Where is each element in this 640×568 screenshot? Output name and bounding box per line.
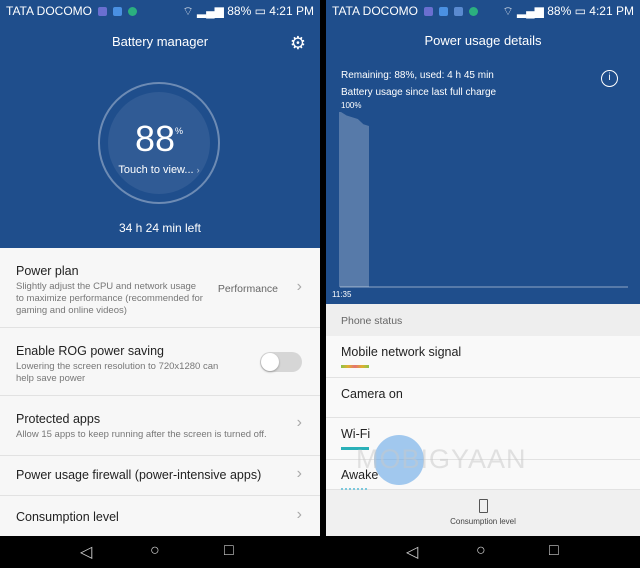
battery-icon: ▭ [251, 4, 270, 18]
clock: 4:21 PM [269, 4, 314, 18]
gear-icon[interactable]: ⚙ [290, 33, 306, 54]
consumption-level-label: Consumption level [450, 517, 516, 526]
item-subtitle: Allow 15 apps to keep running after the … [16, 429, 267, 440]
carrier: TATA DOCOMO [6, 4, 92, 18]
usage-header: TATA DOCOMO ⌔ ▂▄▆ 88% ▭ 4:21 PM Power us… [326, 0, 640, 304]
power-usage-details-screen: TATA DOCOMO ⌔ ▂▄▆ 88% ▭ 4:21 PM Power us… [326, 0, 640, 536]
notification-icon [424, 6, 433, 16]
navigation-bar: ◁ ○ □ ◁ ○ □ [0, 536, 640, 568]
mobile-network-signal-item: Mobile network signal [326, 336, 640, 378]
item-subtitle: Lowering the screen resolution to 720x12… [16, 361, 219, 384]
chevron-right-icon: › [296, 465, 302, 482]
item-title: Consumption level [16, 510, 119, 524]
status-bar: TATA DOCOMO ⌔ ▂▄▆ 88% ▭ 4:21 PM [0, 0, 320, 22]
percent-sign: % [175, 126, 184, 136]
home-icon[interactable]: ○ [476, 542, 486, 560]
item-label: Mobile network signal [341, 345, 462, 359]
item-title: Power usage firewall (power-intensive ap… [16, 468, 262, 482]
camera-on-item: Camera on [326, 378, 640, 418]
consumption-level-button[interactable]: Consumption level [326, 490, 640, 536]
protected-apps-item[interactable]: Protected apps Allow 15 apps to keep run… [0, 396, 320, 456]
consumption-level-item[interactable]: Consumption level › [0, 496, 320, 536]
power-plan-value: Performance [217, 283, 278, 295]
chart-label: Battery usage since last full charge [341, 87, 497, 98]
battery-level: 88 [134, 118, 176, 159]
chevron-right-icon: › [296, 414, 302, 431]
app-icon [469, 6, 478, 16]
touch-to-view: Touch to view... [118, 164, 194, 176]
signal-bar [341, 365, 369, 368]
back-icon[interactable]: ◁ [406, 542, 418, 562]
notification-icon [98, 6, 107, 16]
rog-toggle[interactable] [260, 352, 302, 372]
battery-manager-screen: TATA DOCOMO ⌔ ▂▄▆ 88% ▭ 4:21 PM Battery … [0, 0, 320, 536]
message-icon [439, 6, 448, 16]
item-subtitle: Slightly adjust the CPU and network usag… [16, 281, 203, 316]
app-icon [128, 6, 137, 16]
item-label: Camera on [341, 387, 403, 401]
wifi-icon: ⌔ ▂▄▆ [182, 3, 228, 18]
recents-icon[interactable]: □ [224, 542, 234, 560]
chevron-right-icon: › [296, 278, 302, 295]
battery-chart [339, 112, 628, 288]
page-title: Battery manager [111, 34, 209, 49]
time-left: 34 h 24 min left [118, 221, 202, 235]
x-axis-label: 11:35 [332, 290, 352, 299]
battery-level-area [341, 112, 369, 287]
remaining-text: Remaining: 88%, used: 4 h 45 min [341, 70, 494, 81]
item-title: Protected apps [16, 412, 101, 426]
power-plan-item[interactable]: Power plan Slightly adjust the CPU and n… [0, 250, 320, 328]
watermark: MOBIGYAAN [356, 444, 527, 474]
battery-header: TATA DOCOMO ⌔ ▂▄▆ 88% ▭ 4:21 PM Battery … [0, 0, 320, 248]
battery-percent: 88% [227, 4, 252, 18]
home-icon[interactable]: ○ [150, 542, 160, 560]
phone-status-header: Phone status [326, 304, 640, 336]
message-icon [113, 6, 122, 16]
carrier: TATA DOCOMO [332, 4, 418, 18]
wifi-icon: ⌔ ▂▄▆ [502, 3, 548, 18]
power-usage-firewall-item[interactable]: Power usage firewall (power-intensive ap… [0, 456, 320, 496]
battery-icon [478, 499, 488, 513]
battery-icon: ▭ [571, 4, 590, 18]
image-icon [454, 6, 463, 16]
battery-percent: 88% [547, 4, 572, 18]
item-title: Power plan [16, 264, 79, 278]
recents-icon[interactable]: □ [549, 542, 559, 560]
battery-ring[interactable]: 88% Touch to view... › [98, 82, 220, 204]
info-icon[interactable]: i [601, 70, 618, 87]
back-icon[interactable]: ◁ [80, 542, 92, 562]
rog-power-saving-item: Enable ROG power saving Lowering the scr… [0, 328, 320, 396]
chevron-right-icon: › [296, 506, 302, 523]
y-axis-label: 100% [341, 101, 362, 110]
status-bar: TATA DOCOMO ⌔ ▂▄▆ 88% ▭ 4:21 PM [326, 0, 640, 22]
page-title: Power usage details [424, 33, 542, 48]
clock: 4:21 PM [589, 4, 634, 18]
